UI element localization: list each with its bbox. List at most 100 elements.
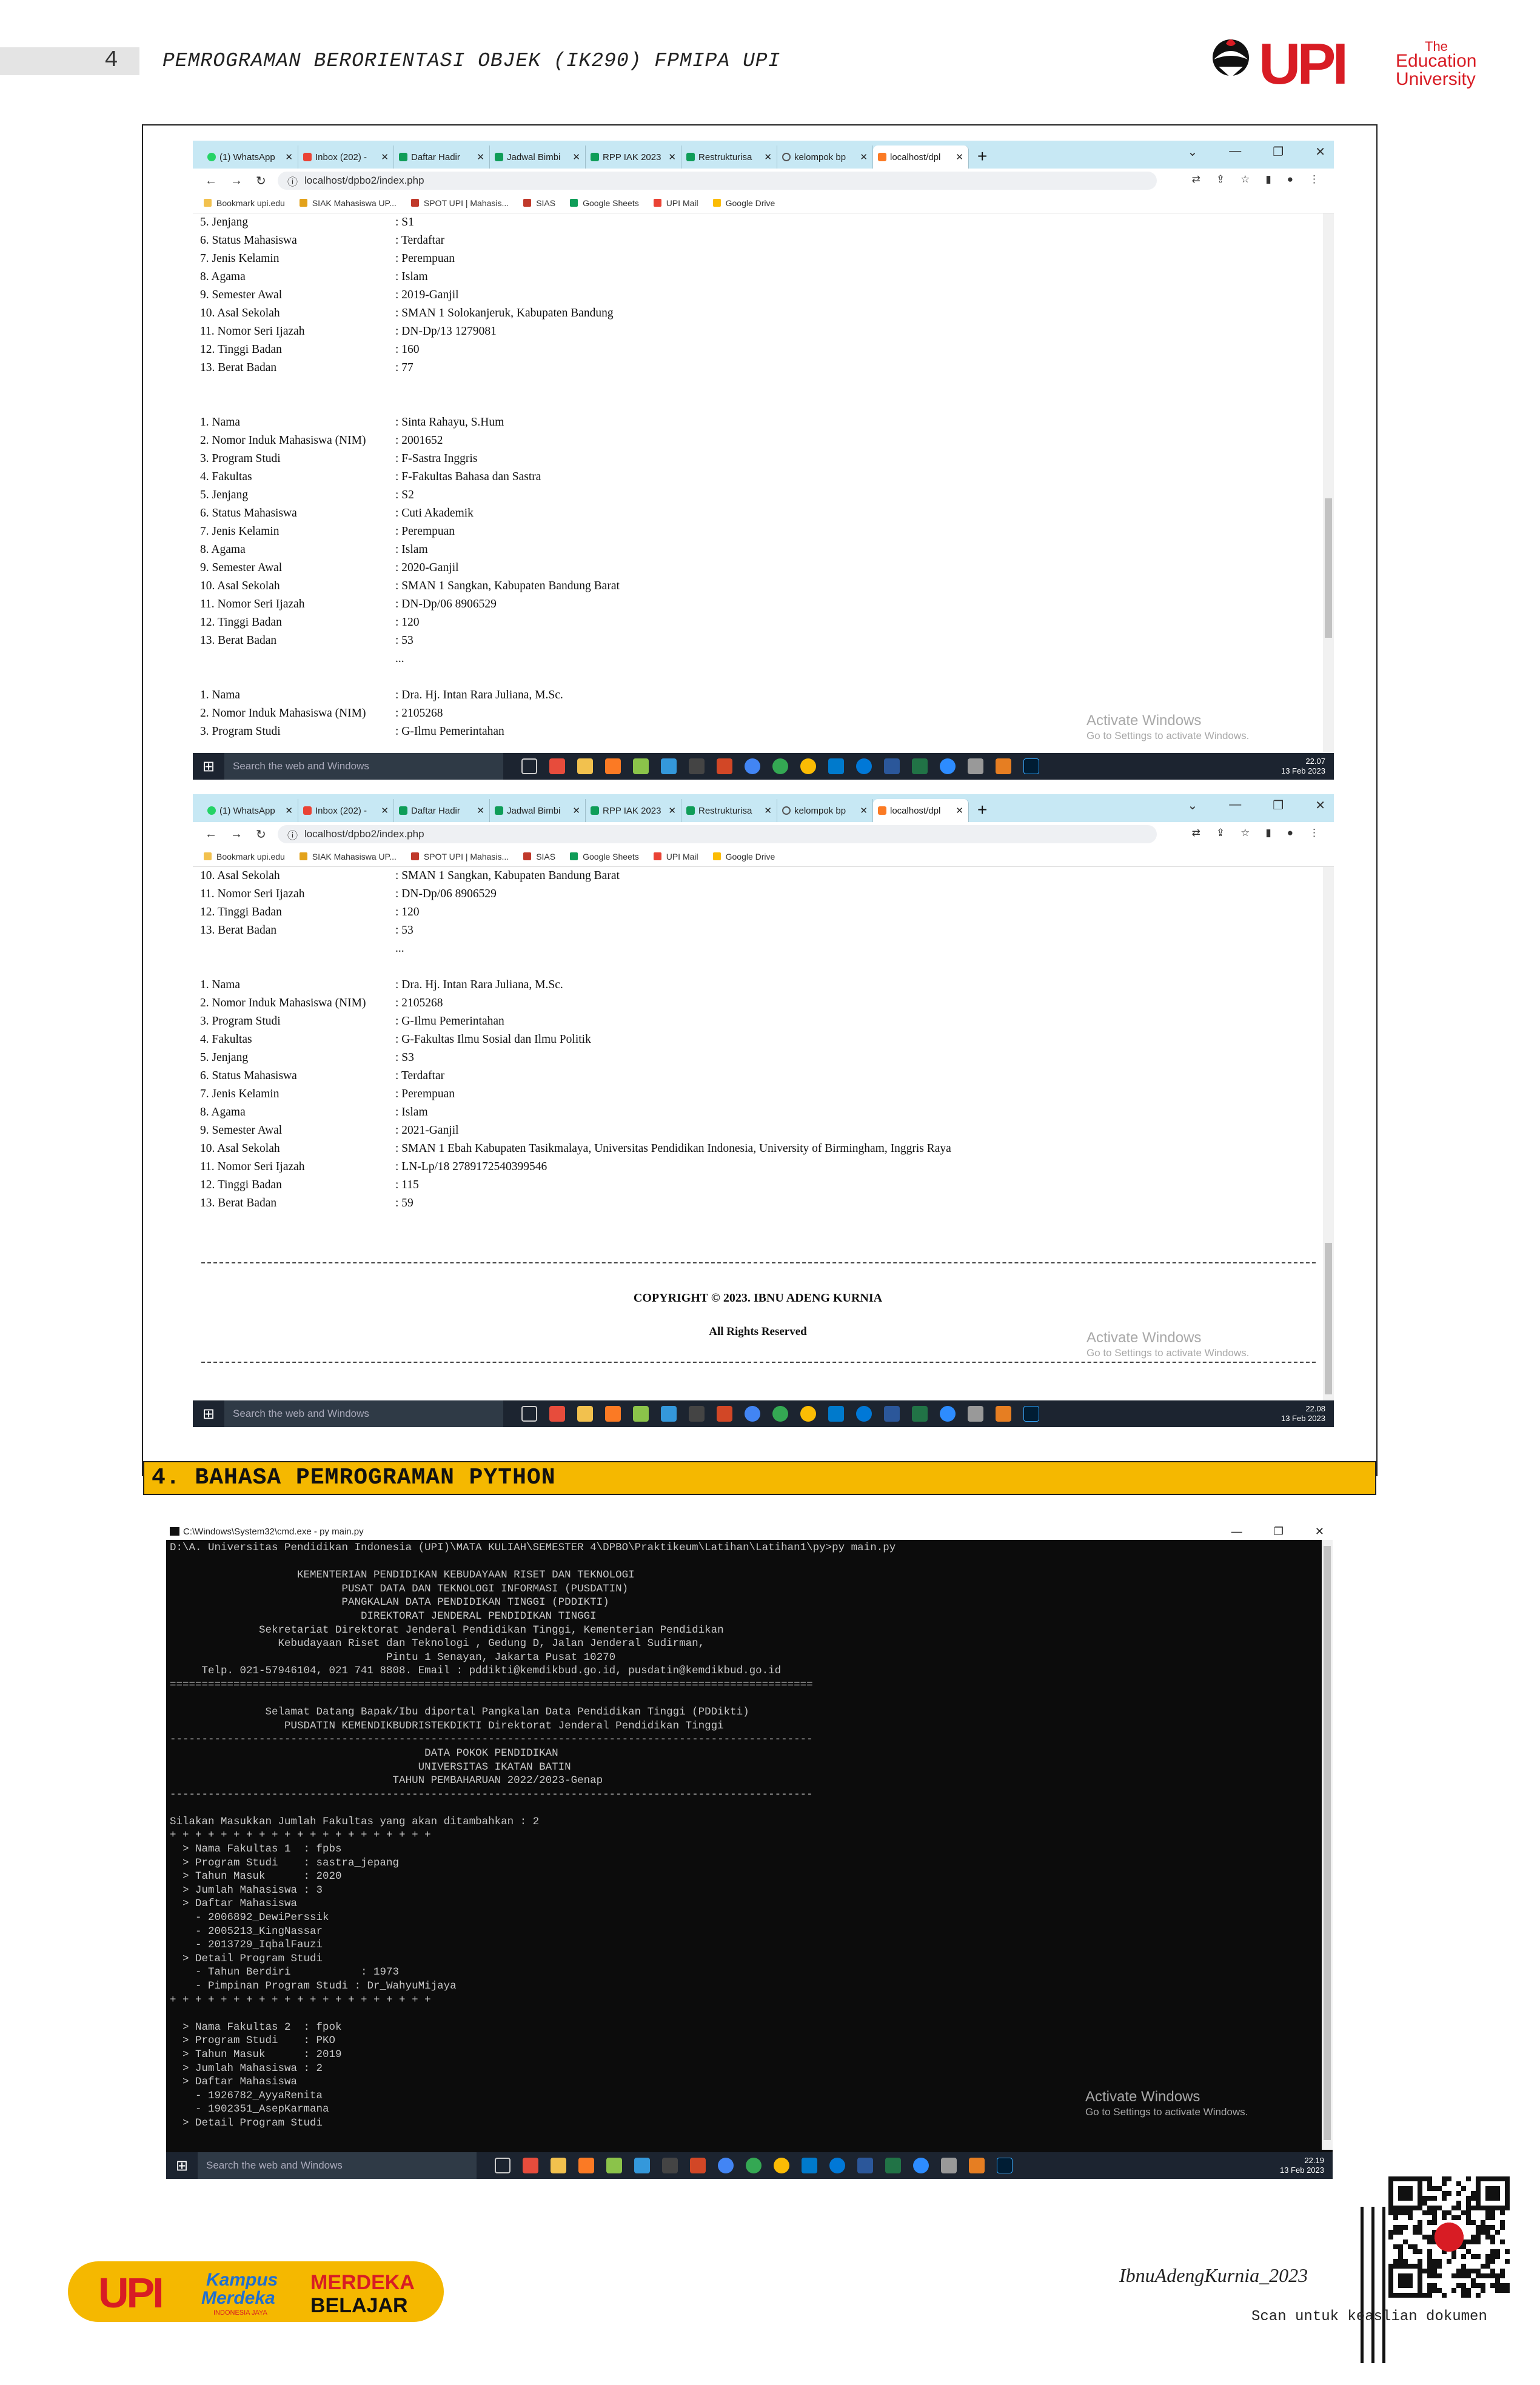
share-icon[interactable]: ⇪ (1216, 827, 1225, 839)
tab-localhost[interactable]: localhost/dpl ✕ (873, 146, 969, 169)
chrome-icon[interactable] (772, 1406, 788, 1422)
close-icon[interactable]: ✕ (285, 805, 293, 816)
tab-restrukturisasi[interactable]: Restrukturisa ✕ (681, 799, 777, 822)
bookmark-item[interactable]: Google Drive (712, 852, 775, 861)
tab-daftar-hadir[interactable]: Daftar Hadir ✕ (394, 799, 490, 822)
scrollbar-thumb[interactable] (1325, 498, 1332, 638)
new-tab-button[interactable]: + (977, 147, 987, 166)
powerpoint-icon[interactable] (717, 1406, 732, 1422)
minimize-button[interactable]: — (1229, 798, 1241, 813)
scrollbar-thumb[interactable] (1325, 1243, 1332, 1394)
chrome-icon[interactable] (774, 2158, 789, 2173)
menu-icon[interactable]: ⋮ (1309, 827, 1319, 839)
scrollbar[interactable] (1323, 213, 1334, 753)
powerpoint-icon[interactable] (690, 2158, 706, 2173)
windows-start-icon[interactable]: ⊞ (193, 1405, 224, 1423)
taskbar-search[interactable]: Search the web and Windows (224, 1400, 503, 1427)
app-icon[interactable] (968, 1406, 983, 1422)
xampp-icon[interactable] (605, 1406, 621, 1422)
restore-button[interactable]: ❐ (1274, 1525, 1284, 1538)
app-icon[interactable] (996, 1406, 1011, 1422)
close-icon[interactable]: ✕ (668, 152, 676, 162)
terminal-icon[interactable] (689, 758, 705, 774)
bookmark-item[interactable]: Google Drive (712, 198, 775, 208)
chrome-icon[interactable] (800, 1406, 816, 1422)
avatar[interactable]: ● (1287, 827, 1293, 839)
app-icon[interactable] (661, 758, 677, 774)
chevron-down-icon[interactable]: ⌄ (1188, 144, 1198, 159)
close-icon[interactable]: ✕ (956, 152, 963, 162)
system-tray[interactable]: 22.19 13 Feb 2023 (1280, 2156, 1324, 2175)
app-icon[interactable] (968, 758, 983, 774)
close-window-button[interactable]: ✕ (1315, 1525, 1324, 1538)
chrome-icon[interactable] (772, 758, 788, 774)
app-icon[interactable] (549, 758, 565, 774)
close-icon[interactable]: ✕ (572, 805, 580, 816)
app-icon[interactable] (941, 2158, 957, 2173)
close-icon[interactable]: ✕ (572, 152, 580, 162)
sidepanel-icon[interactable]: ▮ (1265, 827, 1271, 839)
new-tab-button[interactable]: + (977, 800, 987, 820)
tab-kelompok[interactable]: kelompok bp ✕ (777, 146, 873, 169)
vscode-icon[interactable] (828, 758, 844, 774)
bookmark-item[interactable]: SIAK Mahasiswa UP... (299, 198, 397, 208)
avatar[interactable]: ● (1287, 173, 1293, 186)
restore-button[interactable]: ❐ (1273, 798, 1284, 813)
url-field[interactable]: ⓘ localhost/dpbo2/index.php (278, 172, 1157, 190)
app-icon[interactable] (549, 1406, 565, 1422)
explorer-icon[interactable] (577, 758, 593, 774)
bookmark-item[interactable]: UPI Mail (653, 852, 698, 861)
photoshop-icon[interactable] (997, 2158, 1013, 2173)
bookmark-item[interactable]: SIAK Mahasiswa UP... (299, 852, 397, 861)
edge-icon[interactable] (856, 1406, 872, 1422)
bookmark-item[interactable]: Google Sheets (570, 852, 639, 861)
app-icon[interactable] (633, 1406, 649, 1422)
word-icon[interactable] (884, 1406, 900, 1422)
windows-start-icon[interactable]: ⊞ (193, 758, 224, 775)
star-icon[interactable]: ☆ (1240, 827, 1250, 839)
tab-jadwal[interactable]: Jadwal Bimbi ✕ (490, 146, 586, 169)
zoom-icon[interactable] (940, 758, 956, 774)
zoom-icon[interactable] (913, 2158, 929, 2173)
windows-start-icon[interactable]: ⊞ (166, 2157, 198, 2175)
taskbar-search[interactable]: Search the web and Windows (198, 2152, 477, 2179)
close-icon[interactable]: ✕ (860, 805, 868, 816)
excel-icon[interactable] (912, 1406, 928, 1422)
system-tray[interactable]: 22.07 13 Feb 2023 (1281, 757, 1325, 776)
photoshop-icon[interactable] (1023, 1406, 1039, 1422)
tab-rpp[interactable]: RPP IAK 2023 ✕ (586, 146, 681, 169)
scrollbar[interactable] (1322, 1540, 1333, 2150)
taskbar-search[interactable]: Search the web and Windows (224, 753, 503, 780)
task-view-icon[interactable] (521, 758, 537, 774)
bookmark-item[interactable]: Bookmark upi.edu (204, 852, 285, 861)
vscode-icon[interactable] (828, 1406, 844, 1422)
back-icon[interactable]: ← (205, 174, 217, 188)
tab-jadwal[interactable]: Jadwal Bimbi ✕ (490, 799, 586, 822)
bookmark-item[interactable]: UPI Mail (653, 198, 698, 208)
bookmark-item[interactable]: Bookmark upi.edu (204, 198, 285, 208)
app-icon[interactable] (606, 2158, 622, 2173)
scrollbar-thumb[interactable] (1324, 1546, 1331, 2140)
tab-kelompok[interactable]: kelompok bp ✕ (777, 799, 873, 822)
tab-rpp[interactable]: RPP IAK 2023 ✕ (586, 799, 681, 822)
scrollbar[interactable] (1323, 867, 1334, 1400)
tab-localhost[interactable]: localhost/dpl ✕ (873, 799, 969, 822)
translate-icon[interactable]: ⇄ (1192, 827, 1200, 839)
restore-button[interactable]: ❐ (1273, 144, 1284, 159)
close-icon[interactable]: ✕ (956, 805, 963, 816)
task-view-icon[interactable] (521, 1406, 537, 1422)
close-window-button[interactable]: ✕ (1315, 798, 1325, 813)
reload-icon[interactable]: ↻ (256, 173, 266, 189)
word-icon[interactable] (857, 2158, 873, 2173)
word-icon[interactable] (884, 758, 900, 774)
close-icon[interactable]: ✕ (764, 152, 772, 162)
edge-icon[interactable] (829, 2158, 845, 2173)
explorer-icon[interactable] (577, 1406, 593, 1422)
terminal-icon[interactable] (689, 1406, 705, 1422)
close-icon[interactable]: ✕ (764, 805, 772, 816)
close-icon[interactable]: ✕ (381, 152, 389, 162)
excel-icon[interactable] (885, 2158, 901, 2173)
close-icon[interactable]: ✕ (477, 152, 484, 162)
chrome-icon[interactable] (746, 2158, 762, 2173)
chrome-icon[interactable] (745, 758, 760, 774)
